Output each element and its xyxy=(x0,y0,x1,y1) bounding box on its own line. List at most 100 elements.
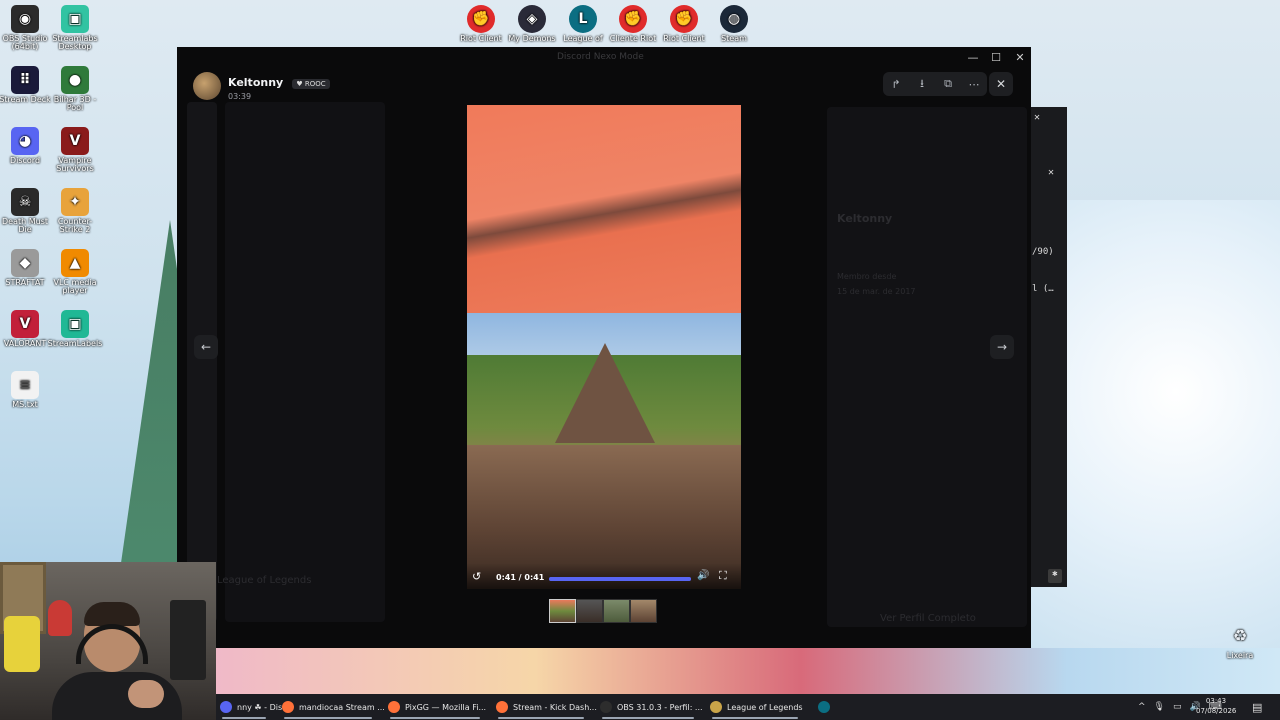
desktop-icon-label: Streamlabs Desktop xyxy=(52,34,98,52)
desktop-icon-recycle-bin[interactable]: ♻ Lixeira xyxy=(1212,622,1268,660)
taskbar: nny ☘ - Dis... mandiocaa Stream ... PixGG … xyxy=(216,694,1280,720)
ghost-channel-name: League of Legends xyxy=(217,575,312,586)
taskbar-item-label: mandiocaa Stream ... xyxy=(299,702,385,712)
side-ellipsis-text: l (… xyxy=(1032,284,1054,294)
desktop-icon-label: STRAFTAT xyxy=(5,278,45,287)
desktop-icon-label: StreamLabels xyxy=(47,339,103,348)
desktop-icon-vampire-survivors[interactable]: V Vampire Survivors xyxy=(47,127,103,174)
ghost-full-profile: Ver Perfil Completo xyxy=(880,613,976,624)
desktop-icon-counter-strike[interactable]: ✦ Counter-Strike 2 xyxy=(47,188,103,235)
taskbar-item-firefox[interactable]: Stream - Kick Dash... xyxy=(492,694,597,720)
viewer-window-title: Discord Nexo Mode xyxy=(557,52,644,62)
desktop-icon-label: VALORANT xyxy=(3,339,47,348)
league-of-legends-icon xyxy=(818,701,830,713)
desktop-icon-league-of-legends[interactable]: L League of xyxy=(555,5,611,43)
firefox-icon xyxy=(388,701,400,713)
taskbar-clock[interactable]: 03:43 07/08/2026 xyxy=(1196,696,1236,716)
side-count-text: /90) xyxy=(1032,247,1054,257)
desktop-icon-stream-deck[interactable]: ⠿ Stream Deck xyxy=(0,66,53,104)
desktop-icon-death-must-die[interactable]: ☠ Death Must Die xyxy=(0,188,53,235)
taskbar-item-discord[interactable]: nny ☘ - Dis... xyxy=(216,694,290,720)
desktop-icon-discord[interactable]: ◕ Discord xyxy=(0,127,53,165)
desktop-icon-streamlabels[interactable]: ▣ StreamLabels xyxy=(47,310,103,348)
media-thumbnail[interactable] xyxy=(576,599,603,623)
side-close-icon[interactable]: ✕ xyxy=(1034,112,1040,123)
ghost-profile-panel xyxy=(827,107,1027,627)
fullscreen-icon[interactable]: ⛶ xyxy=(719,569,727,583)
desktop-icon-label: Steam xyxy=(721,34,747,43)
close-viewer-button[interactable]: ✕ xyxy=(989,72,1013,96)
tray-overflow-chevron-icon[interactable]: ^ xyxy=(1138,702,1146,712)
taskbar-item-firefox[interactable]: mandiocaa Stream ... xyxy=(278,694,385,720)
desktop-icon-label: Lixeira xyxy=(1226,651,1254,660)
ghost-server-list xyxy=(187,102,217,622)
taskbar-item-league-of-legends[interactable]: League of Legends xyxy=(706,694,804,720)
desktop-icon-riot-client[interactable]: ✊ Cliente Riot xyxy=(605,5,661,43)
desktop-icon-label: Counter-Strike 2 xyxy=(57,217,93,235)
desktop-icon-label: Riot Client xyxy=(663,34,705,43)
viewer-titlebar: Discord Nexo Mode — ☐ ✕ xyxy=(177,47,1031,69)
download-icon[interactable]: ⭳ xyxy=(913,75,931,94)
ghost-channel-list xyxy=(225,102,385,622)
desktop-icon-label: Death Must Die xyxy=(1,217,48,235)
taskbar-active-indicator xyxy=(390,717,480,719)
desktop-icon-label: Discord xyxy=(9,156,41,165)
clock-time: 03:43 xyxy=(1205,697,1227,705)
desktop-icon-riot-client[interactable]: ✊ Riot Client xyxy=(656,5,712,43)
taskbar-active-indicator xyxy=(284,717,372,719)
desktop-icon-straftat[interactable]: ◆ STRAFTAT xyxy=(0,249,53,287)
author-avatar[interactable] xyxy=(193,72,221,100)
obs-icon: ◉ xyxy=(11,5,39,33)
video-player[interactable]: ↺ 0:41 / 0:41 🔊 ⛶ xyxy=(467,105,741,589)
message-author[interactable]: Keltonny ♥ ROOC 03:39 xyxy=(193,71,330,101)
taskbar-item-obs[interactable]: OBS 31.0.3 - Perfil: ... xyxy=(596,694,703,720)
notification-icon[interactable]: ▤ xyxy=(1252,694,1262,720)
desktop-icon-steam[interactable]: ◍ Steam xyxy=(706,5,762,43)
taskbar-active-indicator xyxy=(602,717,694,719)
taskbar-active-indicator xyxy=(222,717,266,719)
desktop-icon-vlc[interactable]: ▲ VLC media player xyxy=(47,249,103,296)
video-progress-bar[interactable] xyxy=(549,577,691,581)
taskbar-item-firefox[interactable]: PixGG — Mozilla Fi... xyxy=(384,694,486,720)
video-controls: ↺ 0:41 / 0:41 🔊 ⛶ xyxy=(467,563,741,589)
desktop-icon-obs[interactable]: ◉ OBS Studio (64bit) xyxy=(0,5,53,52)
replay-icon[interactable]: ↺ xyxy=(472,570,481,583)
window-close-button[interactable]: ✕ xyxy=(1013,51,1027,65)
open-in-browser-icon[interactable]: ⧉ xyxy=(939,77,957,91)
desktop-icon-streamlabs[interactable]: ▣ Streamlabs Desktop xyxy=(47,5,103,52)
media-thumbnail[interactable] xyxy=(549,599,576,623)
desktop-icon-pool-game[interactable]: ● Bilhar 3D - Pool xyxy=(47,66,103,113)
desktop-icon-label: Cliente Riot xyxy=(609,34,657,43)
counter-strike-icon: ✦ xyxy=(61,188,89,216)
taskbar-item-league-of-legends[interactable] xyxy=(814,694,834,720)
bug-report-icon[interactable]: ✱ xyxy=(1048,569,1062,583)
side-close-icon-2[interactable]: ✕ xyxy=(1048,167,1054,178)
forward-icon[interactable]: ↱ xyxy=(887,78,905,91)
webcam-speaker xyxy=(170,600,206,680)
firefox-icon xyxy=(496,701,508,713)
author-tag: ♥ ROOC xyxy=(292,79,330,89)
maximize-button[interactable]: ☐ xyxy=(989,51,1003,65)
discord-icon xyxy=(220,701,232,713)
media-thumbnail[interactable] xyxy=(603,599,630,623)
league-of-legends-icon xyxy=(710,701,722,713)
taskbar-item-label: OBS 31.0.3 - Perfil: ... xyxy=(617,702,703,712)
next-media-button[interactable]: → xyxy=(990,335,1014,359)
more-options-icon[interactable]: ⋯ xyxy=(965,78,983,91)
desktop-wallpaper-bottom xyxy=(216,648,1280,694)
microphone-icon[interactable]: 🎙 xyxy=(1154,702,1165,712)
desktop-icon-text-file[interactable]: ≡ MS.txt xyxy=(0,371,53,409)
obs-icon xyxy=(600,701,612,713)
author-name[interactable]: Keltonny xyxy=(228,76,283,89)
desktop-icon-valorant[interactable]: V VALORANT xyxy=(0,310,53,348)
desktop-icon-label: League of xyxy=(563,34,603,43)
media-thumbnail[interactable] xyxy=(630,599,657,623)
network-icon[interactable]: ▭ xyxy=(1173,702,1182,712)
volume-icon[interactable]: 🔊 xyxy=(697,570,709,581)
webcam-overlay xyxy=(0,562,216,720)
desktop-icon-label: My Demons xyxy=(508,34,556,43)
minimize-button[interactable]: — xyxy=(966,51,980,65)
desktop-icon-riot-client[interactable]: ✊ Riot Client xyxy=(453,5,509,43)
desktop-icon-my-demons[interactable]: ◈ My Demons xyxy=(504,5,560,43)
previous-media-button[interactable]: ← xyxy=(194,335,218,359)
